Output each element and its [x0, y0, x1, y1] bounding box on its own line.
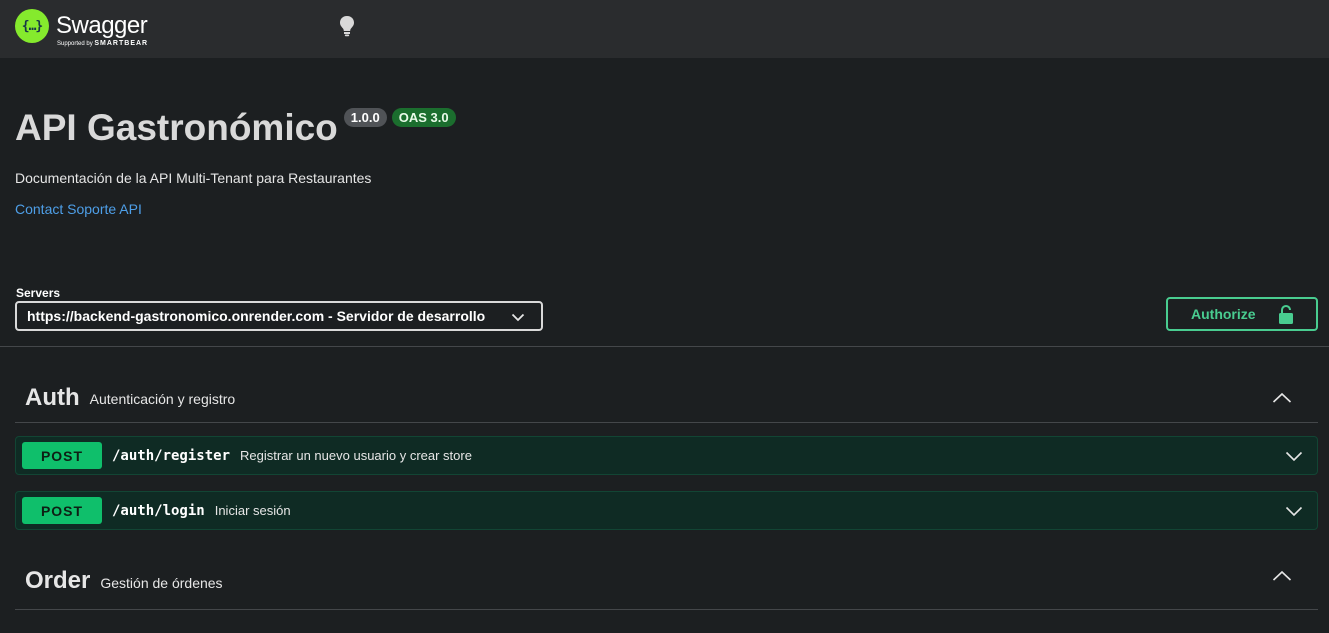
section-divider: [0, 346, 1329, 347]
contact-link[interactable]: Contact Soporte API: [15, 201, 142, 217]
lightbulb-icon[interactable]: [338, 15, 356, 37]
tag-auth-name: Auth: [25, 383, 80, 411]
chevron-down-icon[interactable]: [1285, 449, 1303, 463]
servers-selected-value: https://backend-gastronomico.onrender.co…: [27, 308, 486, 324]
swagger-logo-text[interactable]: Swagger: [56, 12, 148, 40]
chevron-up-icon[interactable]: [1272, 569, 1292, 583]
top-bar: {…} Swagger Supported by SMARTBEAR: [0, 0, 1329, 58]
api-title: API Gastronómico: [15, 107, 338, 148]
operation-post-auth-login[interactable]: POST /auth/login Iniciar sesión: [15, 491, 1318, 530]
operation-summary: Registrar un nuevo usuario y crear store: [240, 448, 472, 463]
api-title-block: API Gastronómico 1.0.0 OAS 3.0: [15, 105, 456, 151]
api-description: Documentación de la API Multi-Tenant par…: [15, 170, 372, 186]
method-badge: POST: [22, 497, 102, 524]
servers-label: Servers: [16, 286, 61, 300]
authorize-button[interactable]: Authorize: [1166, 297, 1318, 331]
tag-order-description: Gestión de órdenes: [100, 574, 223, 591]
tag-auth-description: Autenticación y registro: [89, 391, 236, 407]
logo-subtitle: Supported by SMARTBEAR: [57, 40, 148, 47]
method-badge: POST: [22, 442, 102, 469]
operation-summary: Iniciar sesión: [214, 503, 291, 518]
swagger-logo-icon[interactable]: {…}: [15, 9, 49, 43]
version-badge: 1.0.0: [343, 108, 387, 127]
tag-order-header[interactable]: Order Gestión de órdenes: [15, 553, 1318, 610]
chevron-down-icon[interactable]: [1285, 504, 1303, 518]
logo-sub-brand: SMARTBEAR: [94, 40, 149, 47]
tag-auth-header[interactable]: Auth Autenticación y registro: [15, 373, 1318, 423]
authorize-label: Authorize: [1191, 306, 1256, 322]
logo-sub-prefix: Supported by: [57, 41, 93, 47]
operation-path: /auth/login: [112, 502, 205, 519]
oas-badge: OAS 3.0: [391, 108, 456, 127]
operation-post-auth-register[interactable]: POST /auth/register Registrar un nuevo u…: [15, 436, 1318, 475]
servers-select[interactable]: https://backend-gastronomico.onrender.co…: [15, 301, 543, 331]
tag-order-name: Order: [25, 567, 91, 594]
lock-open-icon: [1279, 305, 1293, 324]
chevron-up-icon[interactable]: [1272, 391, 1292, 405]
chevron-down-icon: [511, 313, 525, 322]
operation-path: /auth/register: [112, 447, 231, 464]
